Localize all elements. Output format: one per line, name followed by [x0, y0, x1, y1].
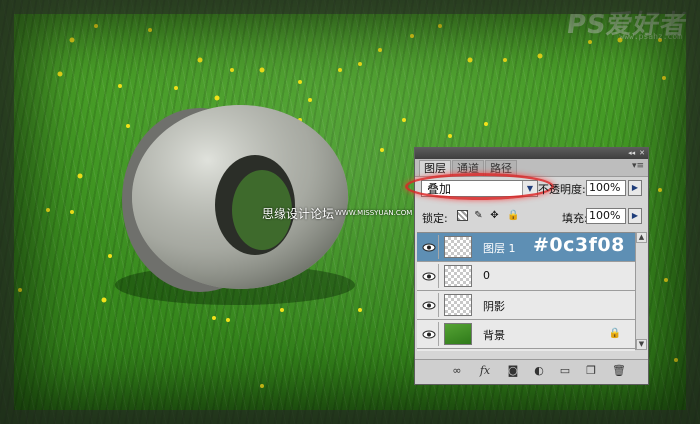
lock-label: 锁定: [422, 212, 448, 225]
visibility-eye-icon[interactable] [419, 235, 439, 259]
layer-name: 0 [483, 269, 490, 282]
blend-mode-select[interactable]: 叠加 ▼ [421, 180, 538, 197]
layer-thumbnail [444, 236, 472, 258]
opacity-arrow-icon[interactable]: ▶ [628, 180, 642, 196]
visibility-eye-icon[interactable] [419, 264, 439, 288]
folder-icon[interactable]: ▭ [557, 364, 573, 378]
layer-thumbnail [444, 323, 472, 345]
mask-icon[interactable]: ◙ [505, 364, 521, 378]
layer-row-0[interactable]: 0 [417, 262, 635, 291]
panel-bottom-bar: ∞ fx ◙ ◐ ▭ ❐ 🗑 [415, 359, 648, 384]
watermark-site-cn: 思缘设计论坛 [262, 207, 335, 221]
panel-menu-icon[interactable]: ▾≡ [632, 161, 644, 171]
blend-mode-value: 叠加 [427, 182, 452, 196]
visibility-eye-icon[interactable] [419, 293, 439, 317]
layer-name: 背景 [483, 329, 505, 342]
fill-input[interactable]: 100% [586, 208, 626, 224]
layer-thumbnail [444, 265, 472, 287]
scroll-up-icon[interactable]: ▲ [636, 232, 647, 243]
tab-layers[interactable]: 图层 [419, 160, 451, 176]
tab-paths[interactable]: 路径 [485, 160, 517, 176]
visibility-eye-icon[interactable] [419, 322, 439, 346]
scroll-down-icon[interactable]: ▼ [636, 339, 647, 350]
fx-icon[interactable]: fx [477, 364, 493, 378]
close-icon[interactable]: ✕ [639, 148, 645, 159]
collapse-icon[interactable]: ◂◂ [628, 148, 635, 159]
tab-channels[interactable]: 通道 [452, 160, 484, 176]
watermark-site-url: WWW.MISSYUAN.COM [335, 209, 413, 217]
layer-thumbnail [444, 294, 472, 316]
opacity-input[interactable]: 100% [586, 180, 626, 196]
trash-icon[interactable]: 🗑 [611, 364, 627, 378]
link-icon[interactable]: ∞ [449, 364, 465, 378]
lock-icon: 🔒 [608, 328, 621, 339]
fill-arrow-icon[interactable]: ▶ [628, 208, 642, 224]
color-annotation: #0c3f08 [533, 234, 625, 256]
chevron-down-icon[interactable]: ▼ [522, 181, 537, 196]
layer-row-shadow[interactable]: 阴影 [417, 291, 635, 320]
panel-title-strip: ◂◂ ✕ [415, 148, 648, 159]
layer-list: 图层 1 #0c3f08 0 阴影 背景 🔒 [417, 232, 635, 351]
logo-url: www.psahz.com [619, 32, 682, 41]
blend-row: 叠加 ▼ 不透明度: 100% ▶ [405, 173, 646, 200]
layer-row-layer1[interactable]: 图层 1 #0c3f08 [417, 233, 635, 262]
layer-list-scrollbar[interactable]: ▲ ▼ [635, 232, 647, 350]
layer-row-background[interactable]: 背景 🔒 [417, 320, 635, 349]
lock-all-icon[interactable]: 🔒 [507, 210, 519, 221]
adjustment-icon[interactable]: ◐ [531, 364, 547, 378]
lock-brush-icon[interactable]: ✎ [473, 210, 484, 221]
layer-name: 图层 1 [483, 242, 516, 255]
lock-transparent-icon[interactable] [457, 210, 468, 221]
lock-move-icon[interactable]: ✥ [489, 210, 500, 221]
layer-name: 阴影 [483, 300, 505, 313]
layers-panel: ◂◂ ✕ 图层 通道 路径 ▾≡ 叠加 ▼ 不透明度: 100% ▶ 锁定: ✎… [405, 147, 649, 385]
new-layer-icon[interactable]: ❐ [583, 364, 599, 378]
stone-ring [122, 105, 348, 292]
lock-row: 锁定: ✎ ✥ 🔒 填充: 100% ▶ [417, 207, 646, 227]
fill-label: 填充: [562, 212, 588, 225]
opacity-label: 不透明度: [538, 183, 586, 196]
panel-tabbar: 图层 通道 路径 ▾≡ [415, 159, 648, 177]
